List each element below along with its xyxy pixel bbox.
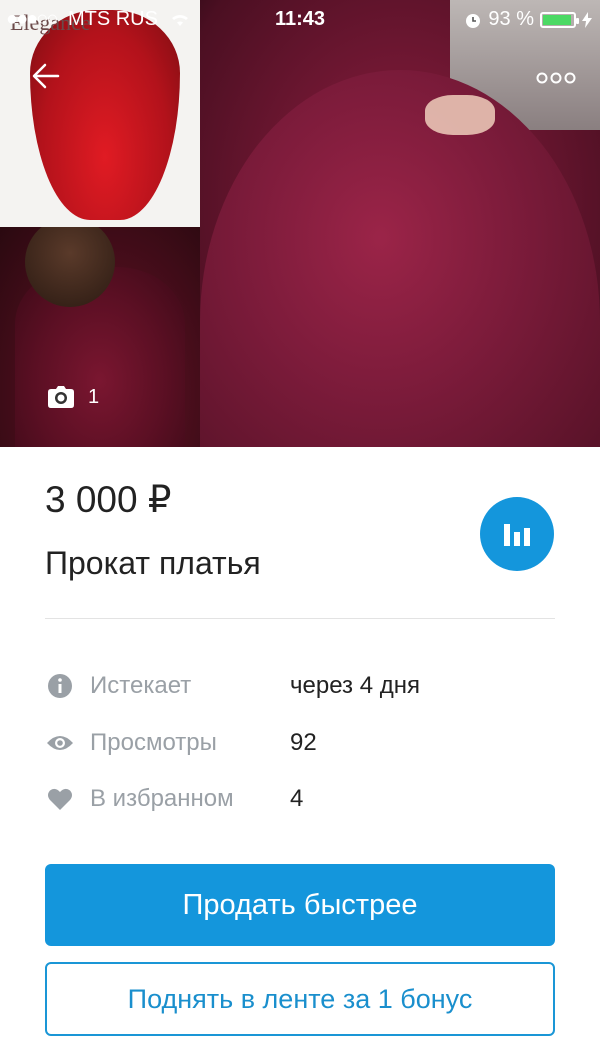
more-dots-icon [536,72,576,84]
favorites-value: 4 [290,785,304,812]
heart-icon [45,784,75,814]
listing-title: Прокат платья [45,545,261,581]
divider [45,618,555,619]
eye-icon [45,728,75,758]
sell-faster-button[interactable]: Продать быстрее [45,864,555,946]
status-bar: ●●●○○ MTS RUS 11:43 93 % [0,0,600,38]
favorites-label: В избранном [90,785,234,812]
back-button[interactable] [30,60,70,100]
views-value: 92 [290,729,317,756]
back-arrow-icon [32,63,60,89]
listing-price: 3 000 ₽ [45,479,172,520]
camera-icon [48,386,74,408]
photo-count-value: 1 [88,385,100,408]
battery-icon [540,11,579,28]
favorites-row: В избранном 4 [45,781,565,817]
bump-listing-button[interactable]: Поднять в ленте за 1 бонус [45,962,555,1036]
photo-count-badge: 1 [48,378,128,416]
battery-level [543,14,571,25]
photo-gallery[interactable]: Elegance 1 [0,0,600,447]
more-options-button[interactable] [534,66,578,90]
expires-row: Истекает через 4 дня [45,668,565,704]
info-icon [45,671,75,701]
expires-value: через 4 дня [290,672,420,699]
red-dress-image [30,10,180,220]
battery-percent: 93 % [488,8,534,30]
bar-chart-icon [504,524,530,546]
charging-bolt-icon [582,11,592,28]
statistics-button[interactable] [480,497,554,571]
views-label: Просмотры [90,729,217,756]
expires-label: Истекает [90,672,192,699]
views-row: Просмотры 92 [45,725,565,761]
status-right: 93 % [464,8,592,31]
alarm-clock-icon [466,13,481,28]
model-hands [425,95,495,135]
